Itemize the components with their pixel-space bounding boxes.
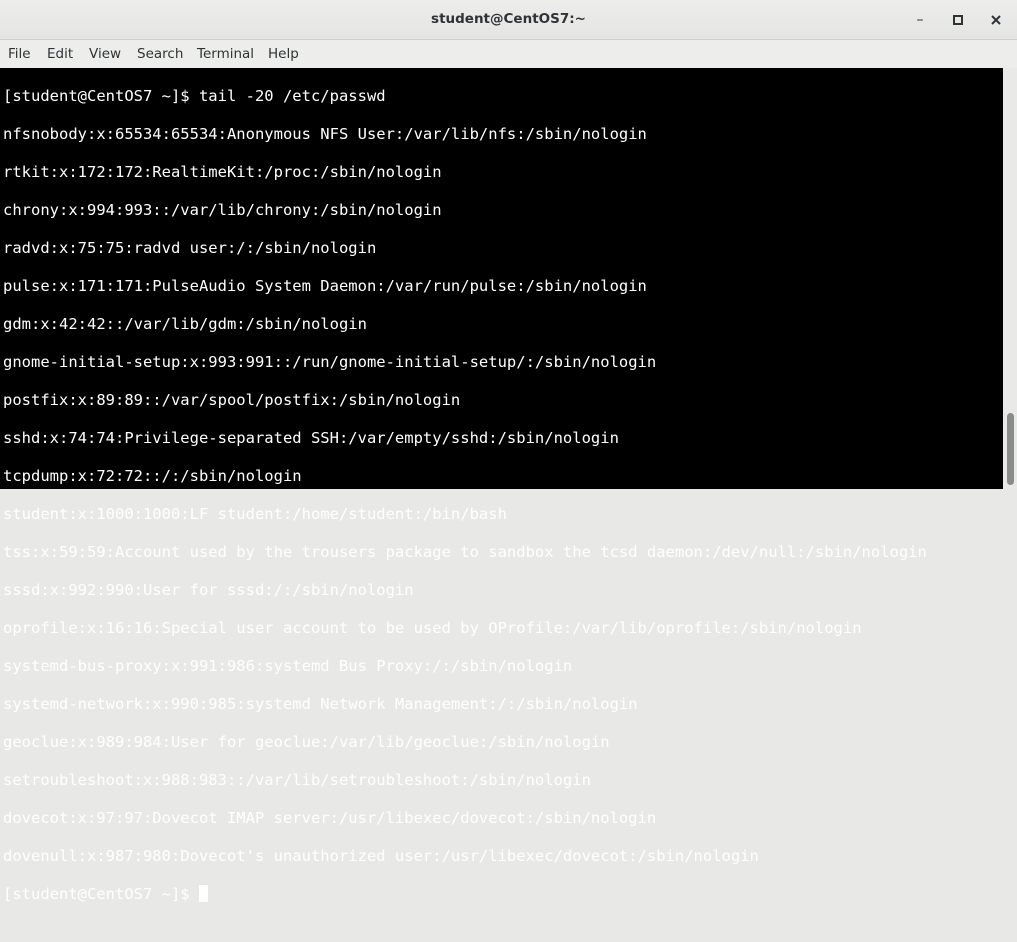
scrollbar-thumb[interactable]: [1007, 413, 1014, 485]
menu-file[interactable]: File: [8, 46, 31, 62]
terminal-line: rtkit:x:172:172:RealtimeKit:/proc:/sbin/…: [3, 163, 442, 181]
title-bar[interactable]: student@CentOS7:~ –: [0, 0, 1017, 40]
terminal-line: setroubleshoot:x:988:983::/var/lib/setro…: [3, 771, 591, 789]
terminal-line: [student@CentOS7 ~]$ tail -20 /etc/passw…: [3, 87, 386, 105]
terminal-line: gnome-initial-setup:x:993:991::/run/gnom…: [3, 353, 657, 371]
window-title: student@CentOS7:~: [431, 11, 586, 27]
close-icon[interactable]: [986, 10, 1006, 30]
shell-prompt: [student@CentOS7 ~]$: [3, 885, 199, 903]
maximize-icon[interactable]: [948, 10, 968, 30]
terminal-line: systemd-network:x:990:985:systemd Networ…: [3, 695, 638, 713]
menu-edit[interactable]: Edit: [47, 46, 73, 62]
terminal-line: sssd:x:992:990:User for sssd:/:/sbin/nol…: [3, 581, 414, 599]
terminal-line: dovecot:x:97:97:Dovecot IMAP server:/usr…: [3, 809, 657, 827]
terminal-line: systemd-bus-proxy:x:991:986:systemd Bus …: [3, 657, 573, 675]
terminal-output: [student@CentOS7 ~]$ tail -20 /etc/passw…: [3, 68, 927, 942]
terminal-line: student:x:1000:1000:LF student:/home/stu…: [3, 505, 507, 523]
terminal-line: nfsnobody:x:65534:65534:Anonymous NFS Us…: [3, 125, 647, 143]
menu-view[interactable]: View: [89, 46, 121, 62]
terminal-line: pulse:x:171:171:PulseAudio System Daemon…: [3, 277, 647, 295]
minimize-icon[interactable]: –: [910, 10, 930, 30]
text-cursor: [198, 885, 208, 902]
vertical-scrollbar[interactable]: [1003, 68, 1017, 489]
terminal-area[interactable]: [student@CentOS7 ~]$ tail -20 /etc/passw…: [0, 68, 1003, 903]
terminal-line: chrony:x:994:993::/var/lib/chrony:/sbin/…: [3, 201, 442, 219]
menu-terminal[interactable]: Terminal: [197, 46, 254, 62]
terminal-line: gdm:x:42:42::/var/lib/gdm:/sbin/nologin: [3, 315, 367, 333]
terminal-line: postfix:x:89:89::/var/spool/postfix:/sbi…: [3, 391, 461, 409]
terminal-line: radvd:x:75:75:radvd user:/:/sbin/nologin: [3, 239, 377, 257]
terminal-line: oprofile:x:16:16:Special user account to…: [3, 619, 862, 637]
menu-search[interactable]: Search: [137, 46, 183, 62]
menu-help[interactable]: Help: [268, 46, 299, 62]
terminal-line: geoclue:x:989:984:User for geoclue:/var/…: [3, 733, 610, 751]
terminal-line: tss:x:59:59:Account used by the trousers…: [3, 543, 927, 561]
terminal-line: tcpdump:x:72:72::/:/sbin/nologin: [3, 467, 302, 485]
terminal-window: student@CentOS7:~ – File Edit View Searc…: [0, 0, 1017, 903]
terminal-line: dovenull:x:987:980:Dovecot's unauthorize…: [3, 847, 759, 865]
prompt-line[interactable]: [student@CentOS7 ~]$: [3, 885, 927, 904]
menu-bar: File Edit View Search Terminal Help: [0, 40, 1017, 68]
terminal-line: sshd:x:74:74:Privilege-separated SSH:/va…: [3, 429, 619, 447]
